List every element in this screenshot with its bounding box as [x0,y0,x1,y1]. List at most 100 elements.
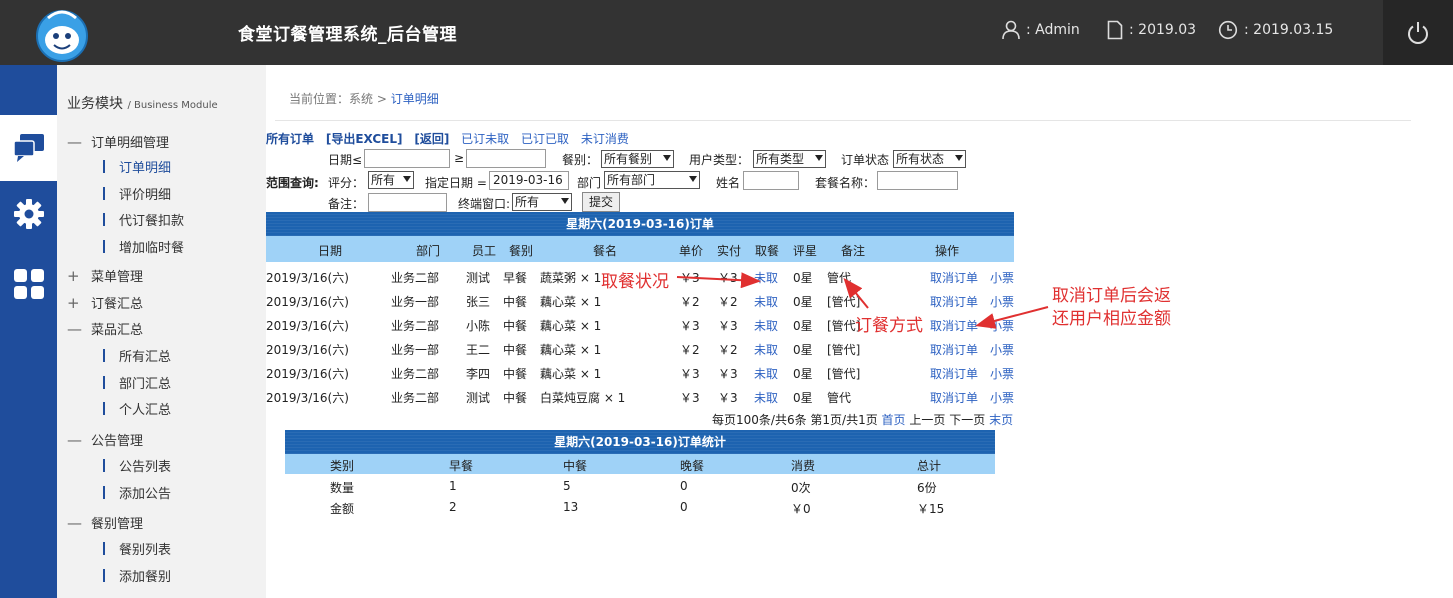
sidebar-item[interactable]: 添加餐别 [103,566,171,585]
date-eq-input[interactable]: 2019-03-16 [489,171,569,190]
sidebar-item-label: 添加公告 [119,486,172,502]
receipt-link[interactable]: 小票 [990,389,1014,406]
date-info: : 2019.03.15 [1218,18,1333,42]
take-status: 未取 [754,391,779,405]
sidebar-group[interactable]: + 订餐汇总 [67,293,144,313]
table-cell: 藕心菜 × 1 [540,319,602,333]
cancel-order-link[interactable]: 取消订单 [930,293,978,310]
table-cell: 中餐 [503,343,528,357]
dept-select[interactable]: 所有部门 [604,171,700,189]
status-label: 订单状态 [841,153,890,167]
table-cell: 0 [680,500,688,514]
sidebar-group[interactable]: — 菜品汇总 [67,319,143,339]
sidebar-item-marker [103,186,105,200]
export-excel-link[interactable]: [导出EXCEL] [326,132,403,146]
table-cell: ￥2 [718,295,738,309]
receipt-link[interactable]: 小票 [990,293,1014,310]
table-cell: 业务二部 [391,367,440,381]
table-cell: 2019/3/16(六) [266,295,349,309]
user-info[interactable]: : Admin [1002,18,1080,42]
sidebar-item[interactable]: 个人汇总 [103,399,171,418]
table-cell: 中餐 [503,391,528,405]
set-name-input[interactable] [877,171,958,190]
status-select-value: 所有状态 [896,152,945,166]
date-le-input[interactable] [364,149,450,168]
ordered-taken-link[interactable]: 已订已取 [521,132,569,146]
receipt-link[interactable]: 小票 [990,365,1014,382]
table-cell: 中餐 [503,319,528,333]
date-ge-input[interactable] [466,149,546,168]
submit-button[interactable]: 提交 [582,192,621,212]
cancel-order-link[interactable]: 取消订单 [930,341,978,358]
sidebar-item-label: 所有汇总 [119,350,172,365]
sidebar-item[interactable]: 代订餐扣款 [103,210,184,229]
sidebar-item-label: 餐别列表 [119,543,172,558]
cancel-order-link[interactable]: 取消订单 [930,365,978,382]
column-header: 单价 [679,244,704,258]
sidebar-group[interactable]: — 订单明细管理 [67,132,169,152]
sidebar-group-label: 订餐汇总 [91,297,144,312]
dashboard-tab[interactable] [0,251,57,317]
logout-button[interactable] [1383,0,1453,65]
breadcrumb-root[interactable]: 当前位置：系统 [289,92,373,106]
receipt-link[interactable]: 小票 [990,269,1014,286]
take-status: 未取 [754,295,779,309]
logo-icon [36,10,88,62]
remark-input[interactable] [368,193,447,212]
column-header: 晚餐 [680,459,705,473]
sidebar-item[interactable]: 部门汇总 [103,373,171,392]
sidebar-item[interactable]: 公告列表 [103,456,171,475]
table-row [266,385,1014,407]
sidebar-item[interactable]: 餐别列表 [103,539,171,558]
table-cell: 测试 [466,271,491,285]
pager-prev[interactable]: 上一页 [909,413,945,427]
user-type-select[interactable]: 所有类型 [753,150,826,168]
pager-next[interactable]: 下一页 [949,413,985,427]
terminal-select[interactable]: 所有 [512,193,572,211]
table-cell: ￥3 [718,271,738,285]
table-cell: 中餐 [503,295,528,309]
sidebar-item-marker [103,402,105,415]
settings-tab[interactable] [0,181,57,247]
not-ordered-link[interactable]: 未订消费 [581,132,629,146]
table-row [266,337,1014,359]
table-cell: ￥3 [718,319,738,333]
table-row [266,361,1014,383]
sidebar: 业务模块 / Business Module — 订单明细管理 订单明细 评价明细 代订… [57,65,266,598]
table-cell: 测试 [466,391,491,405]
cancel-order-link[interactable]: 取消订单 [930,317,978,334]
sidebar-group[interactable]: + 菜单管理 [67,266,143,286]
all-orders-link[interactable]: 所有订单 [266,132,314,146]
sidebar-item[interactable]: 评价明细 [103,184,171,203]
meal-select[interactable]: 所有餐别 [601,150,674,168]
gear-icon [13,199,44,229]
table-cell: 李四 [466,367,491,381]
take-status: 未取 [754,319,779,333]
name-input[interactable] [743,171,799,190]
sidebar-group[interactable]: — 公告管理 [67,430,143,450]
sidebar-item-marker [103,568,105,582]
sidebar-item[interactable]: 订单明细 [103,157,171,176]
table-cell: [管代] [827,295,861,309]
rating-select[interactable]: 所有 [368,171,414,189]
sidebar-item[interactable]: 增加临时餐 [103,237,184,256]
cancel-order-link[interactable]: 取消订单 [930,389,978,406]
business-module-tab[interactable] [0,115,57,181]
sidebar-item[interactable]: 添加公告 [103,483,171,502]
pagination: 每页100条/共6条 第1页/共1页 首页 上一页 下一页 末页 [712,411,1013,428]
table-cell: 管代 [827,271,852,285]
status-select[interactable]: 所有状态 [893,150,966,168]
ordered-not-taken-link[interactable]: 已订未取 [461,132,509,146]
pager-first-link[interactable]: 首页 [882,413,906,427]
cancel-order-link[interactable]: 取消订单 [930,269,978,286]
table-cell: ￥3 [718,391,738,405]
back-link[interactable]: [返回] [414,132,449,146]
receipt-link[interactable]: 小票 [990,317,1014,334]
column-header: 取餐 [755,244,780,258]
table-cell: 藕心菜 × 1 [540,295,602,309]
table-cell: 业务一部 [391,343,440,357]
pager-last-link[interactable]: 末页 [989,413,1013,427]
sidebar-item[interactable]: 所有汇总 [103,346,171,365]
sidebar-group[interactable]: — 餐别管理 [67,513,143,533]
receipt-link[interactable]: 小票 [990,341,1014,358]
